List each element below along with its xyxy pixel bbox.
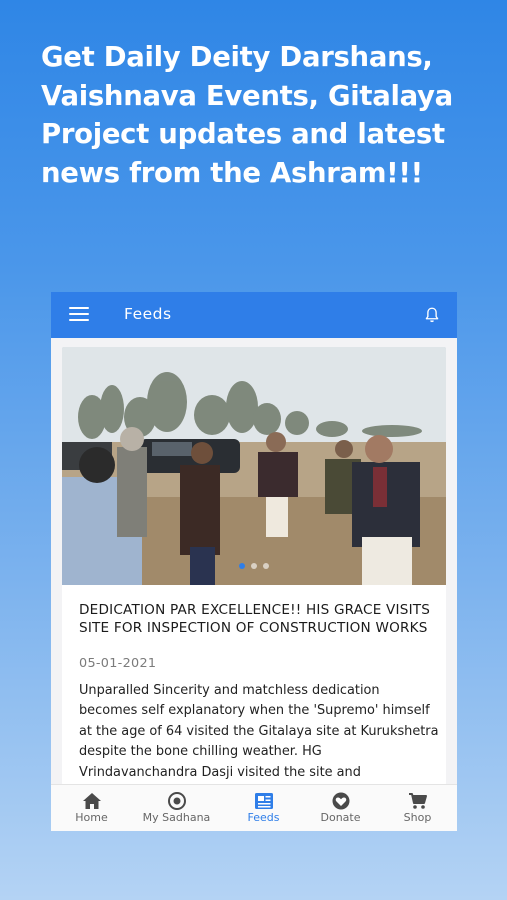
target-icon xyxy=(167,792,186,810)
feed-card[interactable]: DEDICATION PAR EXCELLENCE!! HIS GRACE VI… xyxy=(62,347,446,785)
carousel-indicator[interactable] xyxy=(62,554,446,573)
bell-icon[interactable] xyxy=(423,305,441,325)
nav-shop[interactable]: Shop xyxy=(377,785,457,831)
carousel-dot[interactable] xyxy=(239,563,245,569)
nav-label: Feeds xyxy=(247,811,280,824)
promo-headline: Get Daily Deity Darshans, Vaishnava Even… xyxy=(41,41,453,189)
nav-label: Shop xyxy=(403,811,432,824)
post-title[interactable]: DEDICATION PAR EXCELLENCE!! HIS GRACE VI… xyxy=(79,601,434,637)
newspaper-icon xyxy=(254,793,273,809)
nav-home[interactable]: Home xyxy=(51,785,132,831)
nav-feeds[interactable]: Feeds xyxy=(223,785,304,831)
nav-my-sadhana[interactable]: My Sadhana xyxy=(136,785,217,831)
post-image[interactable] xyxy=(62,347,446,585)
nav-label: Donate xyxy=(320,811,361,824)
bottom-navigation: Home My Sadhana Feeds Donate Shop xyxy=(51,784,457,831)
carousel-dot[interactable] xyxy=(263,563,269,569)
home-icon xyxy=(82,793,101,809)
post-photo-illustration xyxy=(62,347,446,585)
hamburger-menu-icon[interactable] xyxy=(69,307,89,323)
nav-donate[interactable]: Donate xyxy=(300,785,381,831)
post-excerpt: Unparalled Sincerity and matchless dedic… xyxy=(79,683,439,780)
post-date: 05-01-2021 xyxy=(79,656,157,671)
nav-label: My Sadhana xyxy=(142,811,211,824)
page-title: Feeds xyxy=(124,305,172,323)
app-bar: Feeds xyxy=(51,292,457,338)
nav-label: Home xyxy=(75,811,108,824)
app-screen: Feeds DEDICATION PAR EXCELLENCE!! HIS GR… xyxy=(51,292,457,831)
cart-icon xyxy=(408,793,427,809)
carousel-dot[interactable] xyxy=(251,563,257,569)
heart-icon xyxy=(332,792,349,810)
